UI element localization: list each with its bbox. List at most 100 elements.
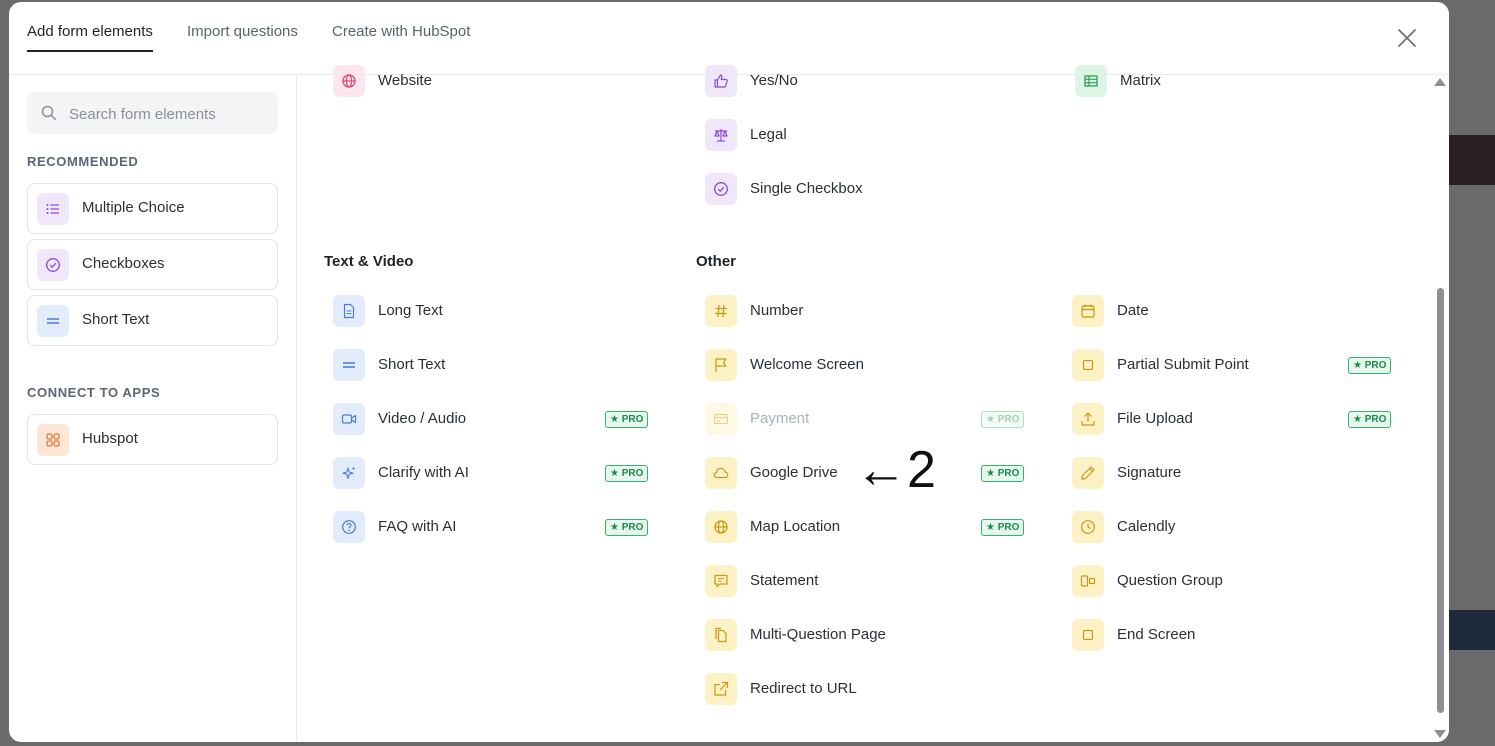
pro-badge: ★ PRO <box>605 465 649 482</box>
element-label: Yes/No <box>750 72 798 89</box>
element-faq-with-ai[interactable]: FAQ with AI ★ PRO <box>333 511 651 543</box>
element-payment[interactable]: Payment ★ PRO <box>705 403 1027 435</box>
sidebar-item-hubspot[interactable]: Hubspot <box>27 414 278 465</box>
recommended-heading: RECOMMENDED <box>27 154 139 169</box>
annotation-arrow-label: ←2 <box>855 441 936 499</box>
clock-icon <box>1072 511 1104 543</box>
element-welcome-screen[interactable]: Welcome Screen <box>705 349 1027 381</box>
cloud-icon <box>705 457 737 489</box>
group-icon <box>1072 565 1104 597</box>
video-icon <box>333 403 365 435</box>
element-long-text[interactable]: Long Text <box>333 295 651 327</box>
element-label: Partial Submit Point <box>1117 356 1249 373</box>
element-label: Legal <box>750 126 787 143</box>
close-button[interactable] <box>1395 26 1419 50</box>
element-end-screen[interactable]: End Screen <box>1072 619 1394 651</box>
check-circle-icon <box>705 173 737 205</box>
element-number[interactable]: Number <box>705 295 1027 327</box>
search-input[interactable] <box>67 92 271 136</box>
calendar-icon <box>1072 295 1104 327</box>
element-label: Long Text <box>378 302 443 319</box>
pro-badge: ★ PRO <box>1348 357 1392 374</box>
sidebar-item-checkboxes[interactable]: Checkboxes <box>27 239 278 290</box>
list-icon <box>37 193 69 225</box>
element-label: End Screen <box>1117 626 1196 643</box>
external-link-icon <box>705 673 737 705</box>
check-circle-icon <box>37 249 69 281</box>
pro-badge: ★ PRO <box>605 411 649 428</box>
chat-icon <box>705 565 737 597</box>
element-redirect-to-url[interactable]: Redirect to URL <box>705 673 1027 705</box>
element-label: Redirect to URL <box>750 680 857 697</box>
short-text-icon <box>333 349 365 381</box>
tab-import-questions[interactable]: Import questions <box>187 23 298 50</box>
globe-icon <box>705 511 737 543</box>
globe-icon <box>333 65 365 97</box>
sidebar-item-label: Checkboxes <box>82 255 165 272</box>
pen-icon <box>1072 457 1104 489</box>
element-label: Website <box>378 72 432 89</box>
element-label: Google Drive <box>750 464 838 481</box>
close-icon <box>1398 29 1416 47</box>
element-partial-submit-point[interactable]: Partial Submit Point ★ PRO <box>1072 349 1394 381</box>
element-map-location[interactable]: Map Location ★ PRO <box>705 511 1027 543</box>
table-icon <box>1075 65 1107 97</box>
element-video-audio[interactable]: Video / Audio ★ PRO <box>333 403 651 435</box>
sidebar-item-short-text[interactable]: Short Text <box>27 295 278 346</box>
scale-icon <box>705 119 737 151</box>
credit-card-icon <box>705 403 737 435</box>
grid-icon <box>37 424 69 456</box>
element-statement[interactable]: Statement <box>705 565 1027 597</box>
document-icon <box>333 295 365 327</box>
element-label: Clarify with AI <box>378 464 469 481</box>
sidebar: RECOMMENDED Multiple Choice Checkboxes S… <box>9 74 297 742</box>
short-text-icon <box>37 305 69 337</box>
flag-icon <box>705 349 737 381</box>
tab-add-form-elements[interactable]: Add form elements <box>27 23 153 52</box>
element-label: Short Text <box>378 356 446 373</box>
sidebar-item-label: Short Text <box>82 311 150 328</box>
pro-badge: ★ PRO <box>981 465 1025 482</box>
sparkle-icon <box>333 457 365 489</box>
pages-icon <box>705 619 737 651</box>
sidebar-item-label: Hubspot <box>82 430 138 447</box>
scroll-up-arrow-icon[interactable] <box>1434 78 1446 86</box>
tab-create-with-hubspot[interactable]: Create with HubSpot <box>332 23 470 50</box>
element-signature[interactable]: Signature <box>1072 457 1394 489</box>
search-box <box>27 92 278 136</box>
element-multi-question-page[interactable]: Multi-Question Page <box>705 619 1027 651</box>
element-label: Signature <box>1117 464 1182 481</box>
element-label: File Upload <box>1117 410 1193 427</box>
element-file-upload[interactable]: File Upload ★ PRO <box>1072 403 1394 435</box>
question-icon <box>333 511 365 543</box>
add-form-elements-dialog: Add form elements Import questions Creat… <box>9 2 1449 742</box>
element-calendly[interactable]: Calendly <box>1072 511 1394 543</box>
element-label: Date <box>1117 302 1149 319</box>
element-label: Statement <box>750 572 819 589</box>
element-clarify-with-ai[interactable]: Clarify with AI ★ PRO <box>333 457 651 489</box>
group-title-text-video: Text & Video <box>324 253 414 270</box>
pro-badge: ★ PRO <box>1348 411 1392 428</box>
element-label: Video / Audio <box>378 410 467 427</box>
element-label: Welcome Screen <box>750 356 864 373</box>
scroll-down-arrow-icon[interactable] <box>1434 730 1446 738</box>
pro-badge: ★ PRO <box>605 519 649 536</box>
group-title-other: Other <box>696 253 737 270</box>
sidebar-item-label: Multiple Choice <box>82 199 185 216</box>
element-label: Single Checkbox <box>750 180 863 197</box>
hash-icon <box>705 295 737 327</box>
element-label: Calendly <box>1117 518 1176 535</box>
element-label: Map Location <box>750 518 841 535</box>
element-question-group[interactable]: Question Group <box>1072 565 1394 597</box>
element-label: FAQ with AI <box>378 518 457 535</box>
sidebar-item-multiple-choice[interactable]: Multiple Choice <box>27 183 278 234</box>
pro-badge: ★ PRO <box>981 519 1025 536</box>
scrollbar[interactable] <box>1434 78 1446 738</box>
element-label: Matrix <box>1120 72 1161 89</box>
scrollbar-thumb[interactable] <box>1437 288 1444 713</box>
element-label: Payment <box>750 410 810 427</box>
element-short-text[interactable]: Short Text <box>333 349 651 381</box>
element-label: Number <box>750 302 804 319</box>
thumbs-up-icon <box>705 65 737 97</box>
element-date[interactable]: Date <box>1072 295 1394 327</box>
